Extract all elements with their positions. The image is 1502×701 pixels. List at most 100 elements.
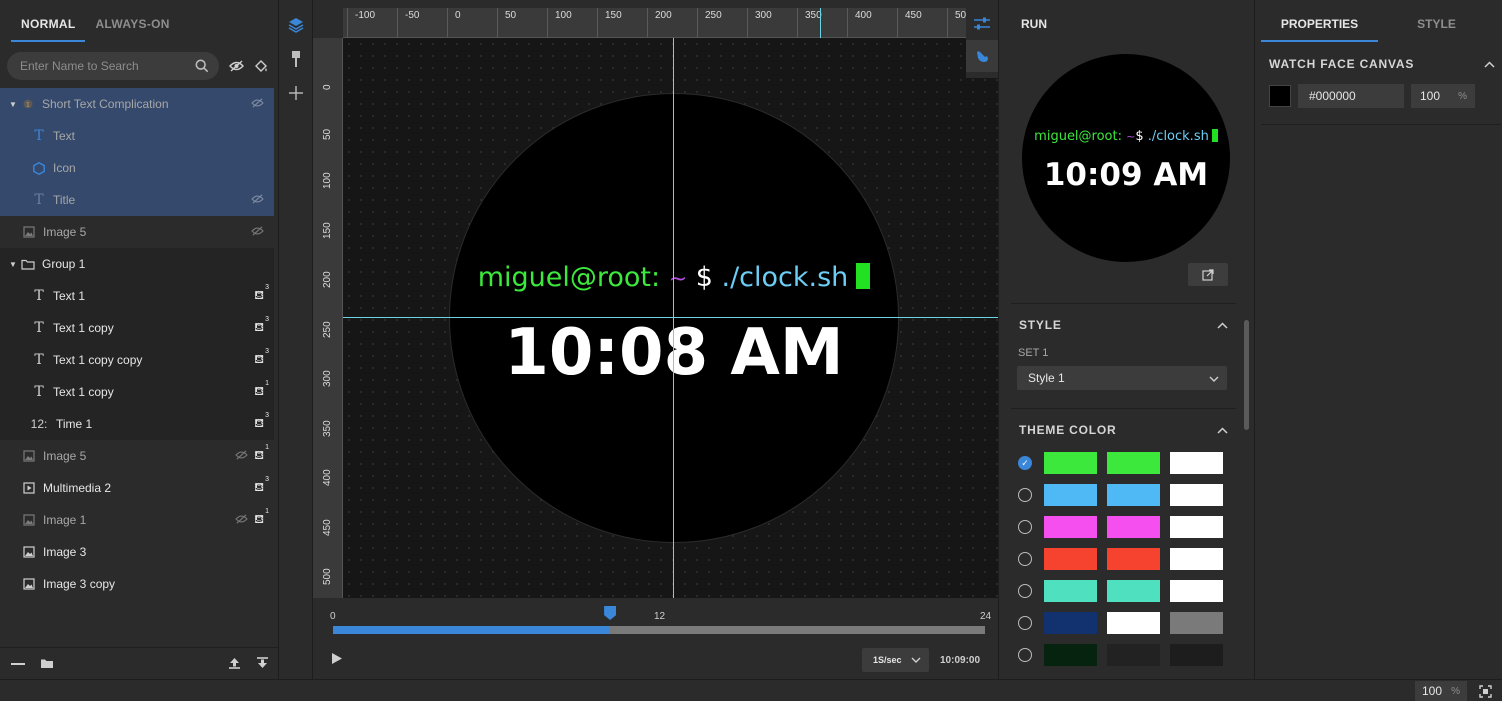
layer-group-1[interactable]: ▼ Group 1: [0, 248, 274, 280]
tab-always-on[interactable]: ALWAYS-ON: [85, 0, 179, 42]
theme-color-swatch[interactable]: [1044, 548, 1097, 570]
open-external-button[interactable]: [1188, 263, 1228, 286]
layer-image-5-b[interactable]: Image 5 ⛾ 1: [0, 440, 274, 472]
watch-time[interactable]: 10:08 AM: [450, 316, 898, 390]
layer-short-text-complication[interactable]: ▼ 1 Short Text Complication: [0, 88, 274, 120]
layer-title[interactable]: T Title: [0, 184, 274, 216]
theme-color-swatch[interactable]: [1170, 452, 1223, 474]
theme-option-4[interactable]: [1018, 548, 1233, 570]
canvas-opacity-field[interactable]: 100 %: [1411, 84, 1475, 108]
remove-layer-icon[interactable]: [11, 662, 25, 665]
paint-bucket-icon[interactable]: ⛾ 3: [254, 412, 269, 432]
layer-text-1-copy[interactable]: T Text 1 copy ⛾ 3: [0, 312, 274, 344]
layer-time-1[interactable]: 12: Time 1 ⛾ 3: [0, 408, 274, 440]
theme-option-7[interactable]: [1018, 644, 1233, 666]
theme-color-swatch[interactable]: [1044, 484, 1097, 506]
speed-select[interactable]: 1S/sec: [862, 648, 929, 672]
eye-off-icon[interactable]: [235, 449, 248, 463]
theme-color-swatch[interactable]: [1044, 644, 1097, 666]
paint-bucket-icon[interactable]: ⛾ 3: [254, 476, 269, 496]
layer-search-input[interactable]: Enter Name to Search: [7, 52, 219, 80]
theme-color-swatch[interactable]: [1044, 580, 1097, 602]
collapse-caret-icon[interactable]: ▼: [9, 260, 21, 269]
fit-screen-icon[interactable]: [1477, 683, 1493, 699]
layer-image-3[interactable]: Image 3: [0, 536, 274, 568]
canvas-color-swatch[interactable]: [1269, 85, 1291, 107]
radio-button[interactable]: [1018, 584, 1032, 598]
tab-style[interactable]: STYLE: [1378, 0, 1495, 42]
layer-image-5[interactable]: Image 5: [0, 216, 274, 248]
paint-bucket-icon[interactable]: ⛾ 3: [254, 316, 269, 336]
eye-off-icon[interactable]: [251, 225, 264, 239]
play-icon[interactable]: [331, 652, 343, 668]
layer-text-1-copy-2[interactable]: T Text 1 copy ⛾ 1: [0, 376, 274, 408]
radio-button[interactable]: [1018, 616, 1032, 630]
terminal-prompt[interactable]: miguel@root: ~ $ ./clock.sh: [450, 262, 898, 293]
theme-color-swatch[interactable]: [1107, 452, 1160, 474]
watch-face[interactable]: miguel@root: ~ $ ./clock.sh 10:08 AM: [449, 93, 899, 543]
theme-color-swatch[interactable]: [1170, 580, 1223, 602]
chevron-up-icon[interactable]: [1217, 423, 1228, 437]
paint-bucket-icon[interactable]: [253, 58, 269, 74]
eye-off-icon[interactable]: [251, 193, 264, 207]
design-canvas[interactable]: miguel@root: ~ $ ./clock.sh 10:08 AM: [343, 38, 998, 598]
ruler-guide-marker[interactable]: [820, 8, 821, 38]
brush-tool-icon[interactable]: [279, 42, 313, 76]
theme-color-swatch[interactable]: [1044, 612, 1097, 634]
style-section-header[interactable]: STYLE: [1011, 303, 1236, 345]
theme-color-swatch[interactable]: [1170, 612, 1223, 634]
theme-color-swatch[interactable]: [1170, 484, 1223, 506]
theme-color-swatch[interactable]: [1107, 484, 1160, 506]
radio-button[interactable]: [1018, 648, 1032, 662]
theme-color-section-header[interactable]: THEME COLOR: [1011, 408, 1236, 450]
canvas-color-hex-field[interactable]: #000000: [1298, 84, 1404, 108]
layer-text[interactable]: T Text: [0, 120, 274, 152]
paint-bucket-icon[interactable]: ⛾ 3: [254, 284, 269, 304]
paint-bucket-icon[interactable]: ⛾ 1: [254, 444, 269, 464]
paint-bucket-icon[interactable]: ⛾ 3: [254, 348, 269, 368]
theme-color-swatch[interactable]: [1044, 452, 1097, 474]
theme-color-swatch[interactable]: [1107, 548, 1160, 570]
layer-icon[interactable]: Icon: [0, 152, 274, 184]
theme-color-swatch[interactable]: [1044, 516, 1097, 538]
theme-color-swatch[interactable]: [1107, 612, 1160, 634]
style-select[interactable]: Style 1: [1017, 366, 1227, 390]
tab-properties[interactable]: PROPERTIES: [1261, 0, 1378, 42]
theme-color-swatch[interactable]: [1107, 580, 1160, 602]
add-tool-icon[interactable]: [279, 76, 313, 110]
tab-normal[interactable]: NORMAL: [11, 0, 86, 42]
move-top-icon[interactable]: [228, 656, 241, 672]
radio-button[interactable]: [1018, 552, 1032, 566]
folder-icon[interactable]: [40, 656, 54, 672]
layer-image-1[interactable]: Image 1 ⛾ 1: [0, 504, 274, 536]
hand-tool-icon[interactable]: [966, 40, 998, 72]
paint-bucket-icon[interactable]: ⛾ 1: [254, 380, 269, 400]
theme-color-swatch[interactable]: [1170, 548, 1223, 570]
paint-bucket-icon[interactable]: ⛾ 1: [254, 508, 269, 528]
theme-color-swatch[interactable]: [1107, 516, 1160, 538]
layers-tool-icon[interactable]: [279, 8, 313, 42]
radio-button[interactable]: [1018, 488, 1032, 502]
layer-text-1-copy-copy[interactable]: T Text 1 copy copy ⛾ 3: [0, 344, 274, 376]
timeline-scrubber[interactable]: [604, 606, 617, 620]
zoom-field[interactable]: 100 %: [1415, 681, 1467, 701]
move-bottom-icon[interactable]: [256, 656, 269, 672]
vertical-guide[interactable]: [673, 38, 674, 598]
chevron-up-icon[interactable]: [1217, 318, 1228, 332]
watch-face-canvas-header[interactable]: WATCH FACE CANVAS: [1269, 57, 1495, 71]
layer-text-1[interactable]: T Text 1 ⛾ 3: [0, 280, 274, 312]
theme-color-swatch[interactable]: [1170, 644, 1223, 666]
eye-off-icon[interactable]: [251, 97, 264, 111]
timeline-track[interactable]: [333, 606, 985, 634]
theme-color-swatch[interactable]: [1170, 516, 1223, 538]
horizontal-guide[interactable]: [343, 317, 998, 318]
chevron-up-icon[interactable]: [1484, 57, 1495, 71]
theme-color-swatch[interactable]: [1107, 644, 1160, 666]
theme-option-6[interactable]: [1018, 612, 1233, 634]
layer-multimedia-2[interactable]: Multimedia 2 ⛾ 3: [0, 472, 274, 504]
theme-option-5[interactable]: [1018, 580, 1233, 602]
adjust-sliders-icon[interactable]: [966, 8, 998, 40]
hide-all-eye-off-icon[interactable]: [228, 58, 244, 74]
layer-image-3-copy[interactable]: Image 3 copy: [0, 568, 274, 600]
theme-option-1[interactable]: ✓: [1018, 452, 1233, 474]
